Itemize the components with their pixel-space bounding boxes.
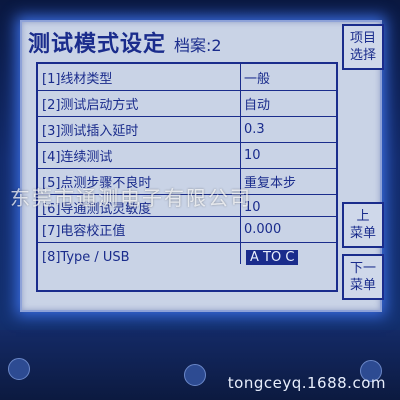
row-divider (38, 142, 336, 143)
setting-label: [3]测试插入延时 (42, 123, 139, 139)
button-line: 选择 (349, 48, 376, 63)
settings-row[interactable]: [3]测试插入延时 0.3 (38, 118, 336, 140)
next-menu-button[interactable]: 下一 菜单 (342, 254, 384, 300)
setting-label: [5]点测步骤不良时 (42, 175, 152, 191)
previous-menu-button[interactable]: 上 菜单 (342, 202, 384, 248)
setting-value[interactable]: 10 (238, 148, 334, 163)
setting-label: [7]电容校正值 (42, 223, 126, 239)
setting-label: [8]Type / USB (42, 249, 130, 265)
knob-icon (184, 364, 206, 386)
row-divider (38, 116, 336, 117)
settings-row[interactable]: [7]电容校正值 0.000 (38, 218, 336, 240)
selected-value-highlight[interactable]: A TO C (246, 249, 299, 265)
settings-row[interactable]: [4]连续测试 10 (38, 144, 336, 166)
row-divider (38, 242, 336, 243)
setting-value[interactable]: 0.3 (238, 122, 334, 137)
row-divider (38, 168, 336, 169)
button-line: 菜单 (349, 226, 376, 241)
setting-label: [6]导通测试灵敏度 (42, 201, 152, 217)
setting-value[interactable]: 重复本步 (238, 172, 334, 191)
row-divider (38, 90, 336, 91)
settings-row[interactable]: [6]导通测试灵敏度 10 (38, 196, 336, 218)
screen-header: 测试模式设定 档案:2 (28, 26, 338, 58)
footer-url: tongceyq.1688.com (227, 374, 386, 392)
button-line: 上 (356, 209, 370, 224)
button-line: 项目 (349, 31, 376, 46)
select-item-button[interactable]: 项目 选择 (342, 24, 384, 70)
row-divider (38, 216, 336, 217)
knob-icon (8, 358, 30, 380)
button-line: 下一 (349, 261, 376, 276)
settings-row-selected[interactable]: [8]Type / USB A TO C (38, 246, 336, 268)
setting-value[interactable]: 自动 (238, 94, 334, 113)
button-line: 菜单 (349, 278, 376, 293)
settings-row[interactable]: [2]测试启动方式 自动 (38, 92, 336, 114)
setting-label: [2]测试启动方式 (42, 97, 139, 113)
settings-row[interactable]: [5]点测步骤不良时 重复本步 (38, 170, 336, 192)
setting-value[interactable]: 10 (238, 200, 334, 215)
settings-table: [1]线材类型 一般 [2]测试启动方式 自动 [3]测试插入延时 0.3 [4… (36, 62, 338, 292)
setting-value[interactable]: 一般 (238, 68, 334, 87)
setting-label: [4]连续测试 (42, 149, 113, 165)
setting-value[interactable]: 0.000 (238, 222, 334, 237)
file-label: 档案:2 (174, 36, 222, 55)
settings-row[interactable]: [1]线材类型 一般 (38, 66, 336, 88)
page-title: 测试模式设定 (28, 32, 167, 57)
lcd-screen: 测试模式设定 档案:2 [1]线材类型 一般 [2]测试启动方式 自动 [3]测… (20, 20, 384, 312)
row-divider (38, 194, 336, 195)
setting-label: [1]线材类型 (42, 71, 113, 87)
setting-value-selected[interactable]: A TO C (238, 249, 334, 265)
